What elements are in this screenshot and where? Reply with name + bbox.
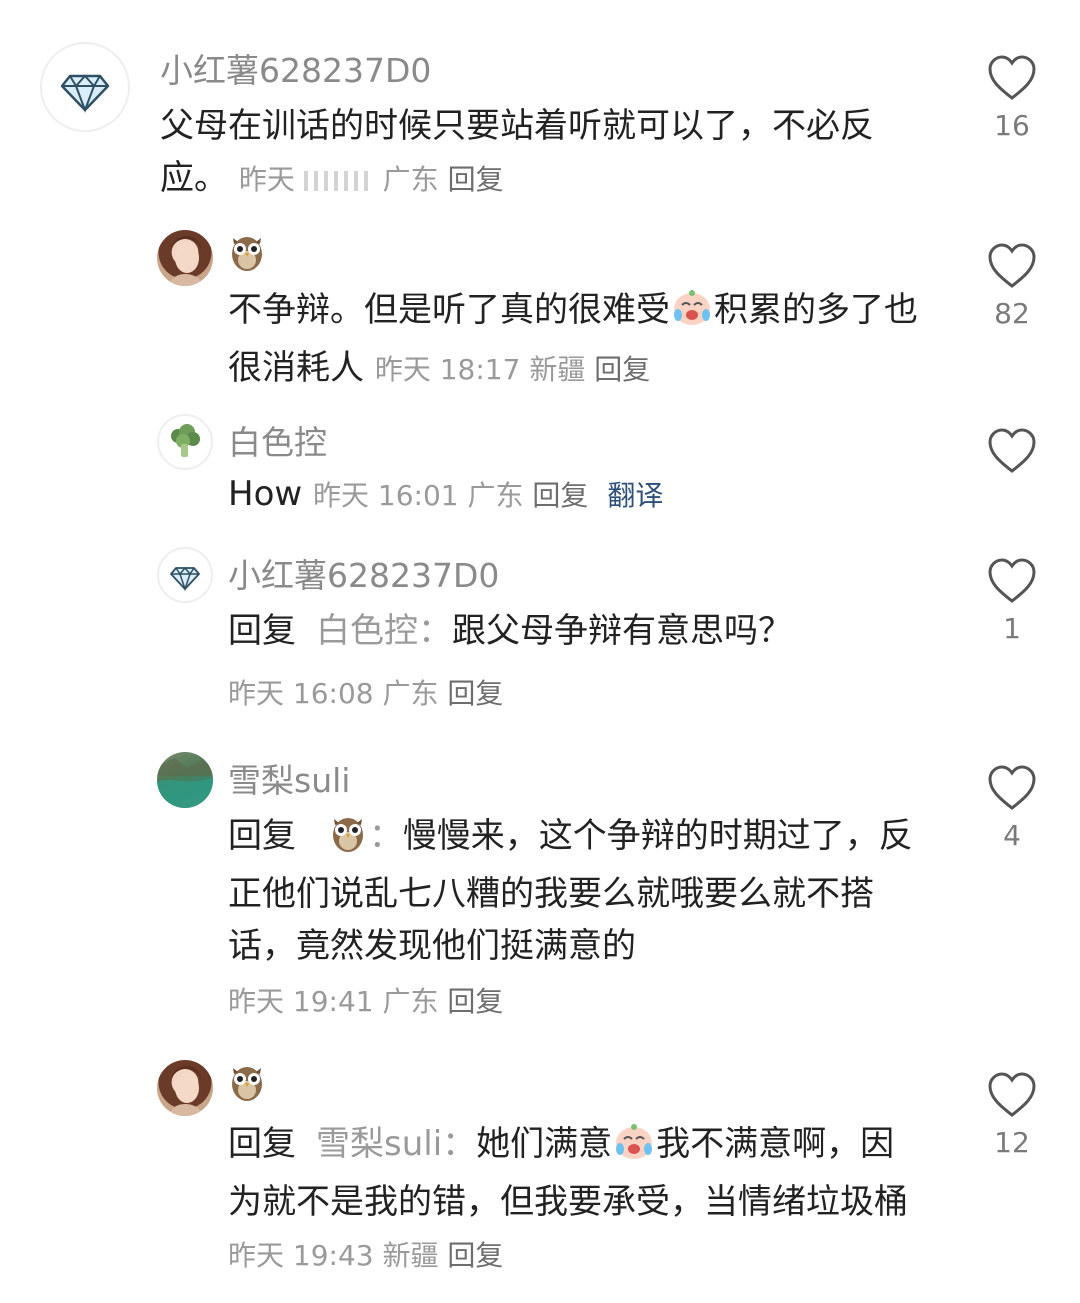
comment-meta: 昨天 16:01 广东 回复 翻译 [313,479,663,512]
comment-text: 回复 ：慢慢来，这个争辩的时期过了，反正他们说乱七八糟的我要么就哦要么就不搭话，… [228,810,928,972]
reply-prefix: 回复 [228,816,296,856]
like-count: 1 [1003,612,1021,645]
location: 广东 [382,677,439,710]
comment-meta: 昨天 18:17 新疆 回复 [375,353,650,386]
comment-text: 回复 雪梨suli：她们满意 我不满意啊，因为就不是我的错，但我要承受，当情绪垃圾桶… [228,1118,928,1282]
avatar[interactable] [157,414,213,470]
avatar[interactable] [157,547,213,603]
owl-icon [232,1067,262,1101]
avatar[interactable] [40,42,130,132]
username[interactable]: 白色控 [228,416,327,464]
reply-button[interactable]: 回复 [447,985,503,1018]
location: 广东 [382,985,439,1018]
owl-icon[interactable] [329,813,367,868]
username-owl[interactable] [228,1062,266,1106]
username[interactable]: 雪梨suli [228,754,350,802]
landscape-photo-icon [157,758,213,808]
timestamp: 昨天 16:08 [228,677,374,710]
redacted-time [303,171,374,191]
like-button[interactable]: 82 [980,243,1044,330]
comment-text: 不争辩。但是听了真的很难受 积累的多了也很消耗人 昨天 18:17 新疆 回复 [228,284,918,396]
timestamp: 昨天 16:01 [313,479,459,512]
timestamp: 昨天 [238,163,295,196]
comment-content: 她们满意 [476,1124,613,1164]
like-button[interactable] [980,428,1044,482]
like-count: 82 [994,297,1030,330]
timestamp: 昨天 19:41 [228,985,374,1018]
broccoli-icon [171,424,200,457]
like-button[interactable]: 16 [980,55,1044,142]
heart-icon [988,243,1036,288]
like-count: 4 [1003,819,1021,852]
comment-meta: 昨天 广东 回复 [239,163,504,196]
reply-button[interactable]: 回复 [447,1239,503,1272]
comment-meta: 昨天 16:08 广东 回复 [228,672,503,712]
reply-button[interactable]: 回复 [532,479,588,512]
username[interactable]: 小红薯628237D0 [228,549,499,597]
timestamp: 昨天 19:43 [228,1239,374,1272]
crying-face-icon [670,287,714,342]
username[interactable]: 小红薯628237D0 [160,44,431,92]
like-button[interactable]: 4 [980,765,1044,852]
reply-button[interactable]: 回复 [448,163,504,196]
heart-icon [988,765,1036,810]
comment-text: How 昨天 16:01 广东 回复 翻译 [228,468,928,522]
avatar[interactable] [157,1060,213,1116]
reply-button[interactable]: 回复 [447,677,503,710]
comment-text: 父母在训话的时候只要站着听就可以了，不必反应。 昨天 广东 回复 [160,100,920,206]
reply-target-user[interactable]: 白色控： [316,611,452,651]
crying-face-icon [612,1121,656,1176]
location: 广东 [467,479,524,512]
username-owl[interactable] [228,232,266,276]
owl-icon [232,237,262,271]
comment-content: How [228,474,303,514]
heart-icon [988,1072,1036,1117]
like-button[interactable]: 1 [980,558,1044,645]
reply-prefix: 回复 [228,1124,296,1164]
avatar[interactable] [157,230,213,286]
heart-icon [988,558,1036,603]
heart-icon [988,428,1036,473]
comment-meta: 昨天 19:41 广东 回复 [228,980,503,1020]
like-count: 12 [994,1126,1030,1159]
comment-meta: 昨天 19:43 新疆 回复 [228,1239,503,1272]
person-photo-icon [169,1066,203,1116]
reply-target-user[interactable]: 雪梨suli： [316,1124,476,1164]
comment-content: 跟父母争辩有意思吗？ [452,611,792,651]
comment-content: 不争辩。但是听了真的很难受 [228,290,670,330]
reply-button[interactable]: 回复 [594,353,650,386]
like-count: 16 [994,109,1030,142]
location: 新疆 [529,353,586,386]
diamond-icon [170,566,200,592]
reply-colon: ： [368,816,403,856]
diamond-icon [60,74,110,113]
timestamp: 昨天 18:17 [374,353,521,386]
heart-icon [988,55,1036,100]
location: 新疆 [382,1239,439,1272]
like-button[interactable]: 12 [980,1072,1044,1159]
location: 广东 [382,163,439,196]
comment-text: 回复 白色控：跟父母争辩有意思吗？ [228,605,928,657]
reply-prefix: 回复 [228,611,296,651]
avatar[interactable] [157,752,213,808]
person-photo-icon [169,236,203,286]
translate-button[interactable]: 翻译 [607,479,663,512]
